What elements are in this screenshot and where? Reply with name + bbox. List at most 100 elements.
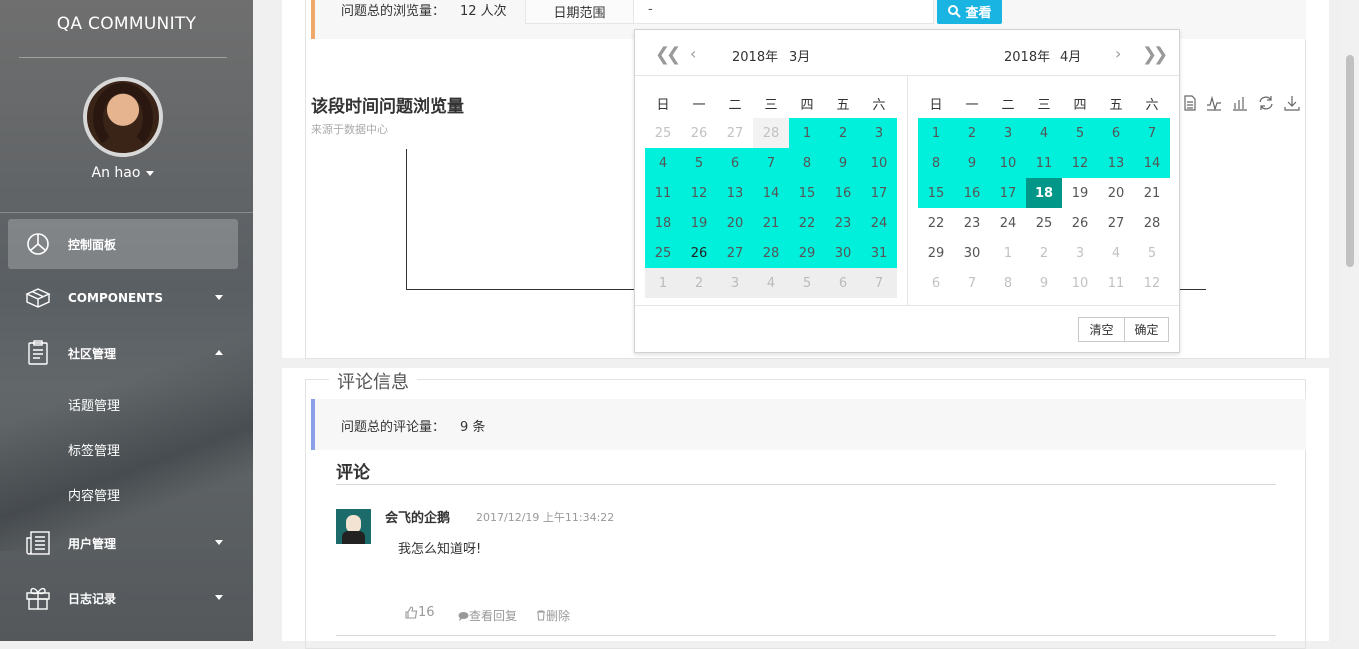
calendar-day[interactable]: 3 [1062,238,1098,268]
calendar-day[interactable]: 29 [789,238,825,268]
calendar-day[interactable]: 11 [1026,148,1062,178]
calendar-day[interactable]: 4 [645,148,681,178]
calendar-day[interactable]: 25 [645,118,681,148]
scrollbar-thumb[interactable] [1346,55,1354,267]
user-menu-toggle[interactable]: An hao [0,165,246,181]
line-chart-icon[interactable] [1206,95,1222,112]
data-view-icon[interactable] [1182,95,1198,111]
calendar-day[interactable]: 3 [717,268,753,298]
sub-nav-tags[interactable]: 标签管理 [68,440,120,459]
like-button[interactable]: 16 [405,605,435,620]
calendar-day[interactable]: 22 [789,208,825,238]
confirm-button[interactable]: 确定 [1124,317,1169,342]
nav-item-dashboard[interactable]: 控制面板 [8,219,238,269]
calendar-day[interactable]: 22 [918,208,954,238]
calendar-day[interactable]: 5 [789,268,825,298]
calendar-day[interactable]: 24 [861,208,897,238]
calendar-day[interactable]: 6 [825,268,861,298]
calendar-day[interactable]: 29 [918,238,954,268]
calendar-day[interactable]: 19 [1062,178,1098,208]
calendar-day[interactable]: 6 [717,148,753,178]
sub-nav-content[interactable]: 内容管理 [68,485,120,504]
delete-button[interactable]: 删除 [536,607,570,624]
calendar-day[interactable]: 19 [681,208,717,238]
clear-button[interactable]: 清空 [1078,317,1125,342]
calendar-day[interactable]: 10 [1062,268,1098,298]
calendar-day[interactable]: 3 [990,118,1026,148]
calendar-day[interactable]: 11 [1098,268,1134,298]
calendar-day[interactable]: 30 [954,238,990,268]
nav-item-components[interactable]: COMPONENTS [0,273,253,323]
calendar-day[interactable]: 1 [918,118,954,148]
calendar-day[interactable]: 15 [918,178,954,208]
calendar-day[interactable]: 20 [1098,178,1134,208]
calendar-day[interactable]: 2 [681,268,717,298]
calendar-day[interactable]: 8 [789,148,825,178]
prev-year-icon[interactable]: ❮❮ [655,44,681,65]
calendar-day[interactable]: 27 [717,238,753,268]
calendar-day[interactable]: 13 [1098,148,1134,178]
calendar-day[interactable]: 10 [861,148,897,178]
nav-item-logs[interactable]: 日志记录 [0,573,253,623]
right-year[interactable]: 2018年 [1004,46,1050,65]
calendar-day[interactable]: 6 [1098,118,1134,148]
calendar-day[interactable]: 21 [753,208,789,238]
calendar-day[interactable]: 23 [825,208,861,238]
calendar-day[interactable]: 14 [753,178,789,208]
prev-month-icon[interactable]: ‹ [690,44,696,63]
calendar-day[interactable]: 9 [1026,268,1062,298]
download-icon[interactable] [1284,95,1300,111]
calendar-day[interactable]: 27 [717,118,753,148]
calendar-day[interactable]: 28 [753,238,789,268]
calendar-day[interactable]: 5 [1062,118,1098,148]
calendar-day[interactable]: 2 [954,118,990,148]
calendar-day[interactable]: 26 [681,238,717,268]
calendar-day[interactable]: 26 [1062,208,1098,238]
calendar-day[interactable]: 6 [918,268,954,298]
view-button[interactable]: 查看 [937,0,1002,24]
calendar-day[interactable]: 8 [918,148,954,178]
calendar-day[interactable]: 14 [1134,148,1170,178]
calendar-day[interactable]: 3 [861,118,897,148]
calendar-day[interactable]: 30 [825,238,861,268]
calendar-day[interactable]: 1 [645,268,681,298]
calendar-day[interactable]: 13 [717,178,753,208]
comment-avatar[interactable] [336,509,371,544]
refresh-icon[interactable] [1258,95,1274,111]
calendar-day[interactable]: 8 [990,268,1026,298]
view-replies-button[interactable]: 查看回复 [458,607,517,624]
calendar-day[interactable]: 12 [1134,268,1170,298]
calendar-day[interactable]: 17 [861,178,897,208]
calendar-day[interactable]: 31 [861,238,897,268]
calendar-day[interactable]: 25 [1026,208,1062,238]
calendar-day[interactable]: 28 [1134,208,1170,238]
left-month[interactable]: 3月 [789,46,810,65]
page-scrollbar[interactable] [1341,0,1359,641]
calendar-day[interactable]: 7 [861,268,897,298]
calendar-day[interactable]: 26 [681,118,717,148]
calendar-day[interactable]: 10 [990,148,1026,178]
calendar-day[interactable]: 4 [1098,238,1134,268]
calendar-day[interactable]: 9 [954,148,990,178]
calendar-day[interactable]: 9 [825,148,861,178]
calendar-day[interactable]: 7 [753,148,789,178]
nav-item-users[interactable]: 用户管理 [0,518,253,568]
next-year-icon[interactable]: ❯❯ [1142,44,1168,65]
calendar-day[interactable]: 12 [681,178,717,208]
calendar-day[interactable]: 21 [1134,178,1170,208]
calendar-day[interactable]: 5 [1134,238,1170,268]
calendar-day[interactable]: 12 [1062,148,1098,178]
calendar-day[interactable]: 18 [645,208,681,238]
calendar-day[interactable]: 16 [954,178,990,208]
calendar-day[interactable]: 15 [789,178,825,208]
calendar-day[interactable]: 7 [1134,118,1170,148]
calendar-day[interactable]: 20 [717,208,753,238]
calendar-day[interactable]: 17 [990,178,1026,208]
calendar-day[interactable]: 4 [1026,118,1062,148]
user-avatar[interactable] [83,77,163,157]
calendar-day[interactable]: 5 [681,148,717,178]
calendar-day[interactable]: 2 [825,118,861,148]
calendar-day[interactable]: 7 [954,268,990,298]
calendar-day[interactable]: 25 [645,238,681,268]
calendar-day[interactable]: 1 [789,118,825,148]
